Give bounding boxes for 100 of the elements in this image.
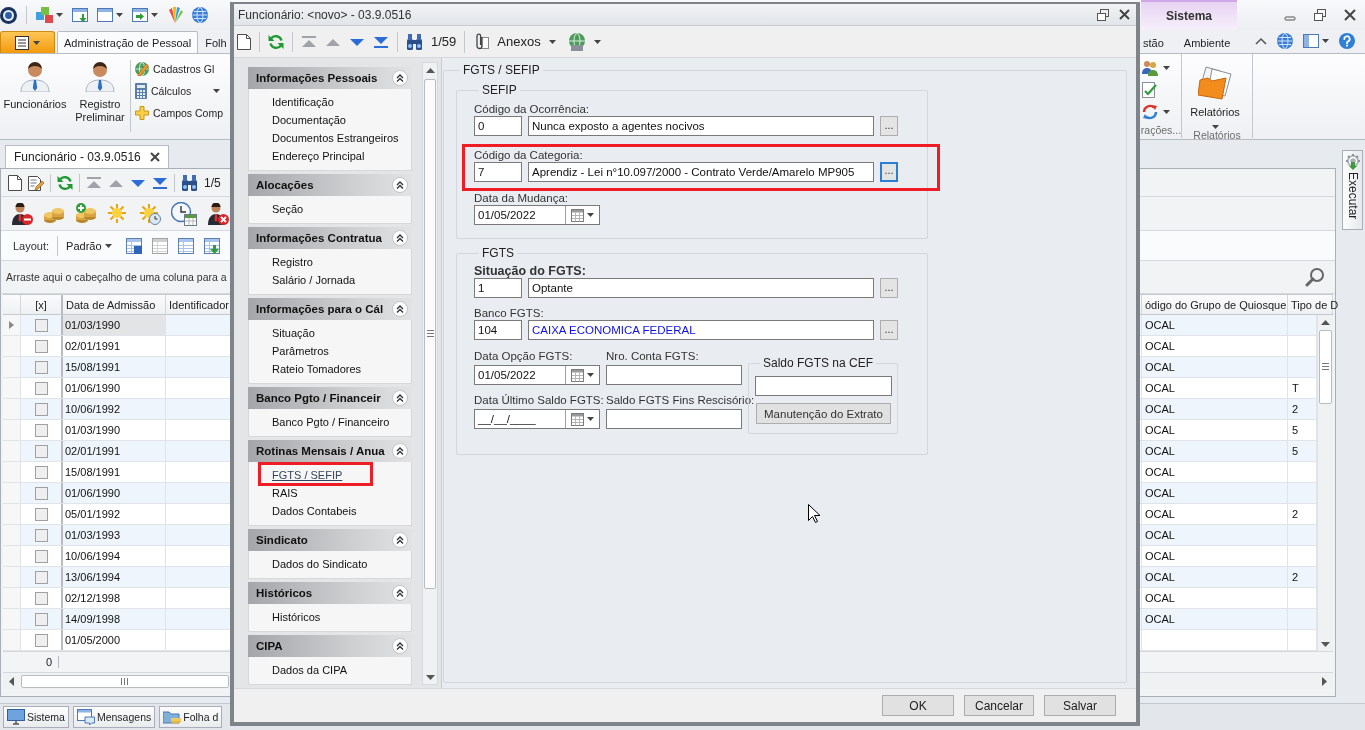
nav-link[interactable]: Identificação [272, 93, 334, 111]
double-chevron-up-icon[interactable] [392, 532, 408, 548]
help-icon[interactable] [1339, 33, 1355, 49]
account-field[interactable] [606, 365, 742, 385]
scrollbar-thumb[interactable] [1319, 330, 1332, 404]
dialog-button[interactable]: OK [882, 695, 954, 716]
nav-group-header[interactable]: Informações Pessoais [248, 67, 412, 89]
ribbon-tab[interactable]: Folh [198, 31, 230, 53]
column-header[interactable]: [x] [35, 298, 47, 311]
dialog-button[interactable]: Salvar [1044, 695, 1116, 716]
search-icon[interactable] [1305, 267, 1325, 287]
checkbox[interactable] [34, 528, 48, 542]
caret-icon[interactable] [593, 39, 601, 44]
restore-icon[interactable] [1097, 8, 1109, 21]
clock-calendar-icon[interactable] [171, 201, 197, 226]
scroll-up-icon[interactable] [425, 68, 435, 73]
restore-icon[interactable] [1314, 9, 1326, 21]
checkbox[interactable] [34, 549, 48, 563]
double-chevron-up-icon[interactable] [392, 585, 408, 601]
balance-field[interactable] [606, 409, 742, 429]
double-chevron-up-icon[interactable] [392, 177, 408, 193]
people-icon[interactable] [1142, 60, 1158, 76]
person-remove-icon[interactable] [11, 202, 33, 225]
calendar-icon[interactable] [571, 412, 584, 426]
nav-group-header[interactable]: CIPA [248, 635, 412, 657]
edit-document-icon[interactable] [28, 174, 44, 191]
lookup-button[interactable]: ... [880, 162, 898, 182]
caret-icon[interactable] [116, 13, 123, 17]
double-chevron-up-icon[interactable] [392, 638, 408, 654]
double-chevron-up-icon[interactable] [392, 443, 408, 459]
squares-icon[interactable] [36, 7, 53, 23]
column-header[interactable]: Data de Admissão [66, 298, 156, 311]
checkbox[interactable] [34, 444, 48, 458]
balance-field[interactable] [755, 376, 892, 396]
checkbox[interactable] [34, 612, 48, 626]
column-header[interactable]: Identificador [169, 298, 229, 311]
ribbon-button[interactable]: Campos Comp [135, 104, 224, 122]
coins-plus-icon[interactable] [75, 202, 97, 225]
scroll-down-icon[interactable] [425, 675, 435, 680]
layout-icon[interactable] [1303, 34, 1319, 48]
code-field[interactable]: 1 [474, 278, 522, 298]
checkbox[interactable] [34, 423, 48, 437]
caret-icon[interactable] [151, 13, 158, 17]
first-icon[interactable] [301, 33, 317, 50]
checkbox[interactable] [34, 633, 48, 647]
nav-link[interactable]: Situação [272, 324, 315, 342]
nav-group-header[interactable]: Históricos [248, 582, 412, 604]
double-chevron-up-icon[interactable] [392, 230, 408, 246]
caret-icon[interactable] [1163, 110, 1170, 114]
nav-group-header[interactable]: Informações Contratua [248, 227, 412, 249]
code-field[interactable]: 7 [474, 162, 522, 182]
checkbox[interactable] [34, 360, 48, 374]
refresh-icon[interactable] [268, 33, 284, 50]
scrollbar-thumb[interactable] [21, 674, 229, 688]
refresh-icon[interactable] [57, 174, 73, 191]
first-icon[interactable] [86, 174, 102, 191]
lookup-button[interactable]: ... [880, 278, 898, 298]
nav-link[interactable]: Rateio Tomadores [272, 360, 362, 378]
nav-link[interactable]: Históricos [272, 608, 321, 626]
globe-icon[interactable] [192, 7, 208, 23]
description-field[interactable]: Optante [528, 278, 874, 298]
nav-link[interactable]: Salário / Jornada [272, 271, 356, 289]
window-icon[interactable] [97, 7, 113, 23]
nav-link[interactable]: FGTS / SEFIP [272, 466, 343, 484]
scroll-up-icon[interactable] [1321, 320, 1330, 325]
side-tab[interactable]: Executar [1342, 150, 1363, 230]
statement-button[interactable]: Manutenção do Extrato [756, 403, 891, 424]
double-chevron-up-icon[interactable] [392, 70, 408, 86]
layout-dropdown[interactable]: Padrão [66, 239, 112, 252]
checkbox[interactable] [34, 339, 48, 353]
nav-group-header[interactable]: Informações para o Cál [248, 298, 412, 320]
description-field[interactable]: Nunca exposto a agentes nocivos [528, 116, 874, 136]
date-field[interactable]: 01/05/2022 [474, 205, 600, 225]
attachments-button[interactable]: Anexos [475, 32, 556, 51]
chevron-up-icon[interactable] [1255, 37, 1267, 45]
nav-link[interactable]: Seção [272, 200, 304, 218]
close-icon[interactable] [1119, 9, 1130, 20]
binoculars-icon[interactable] [181, 174, 198, 191]
description-field[interactable]: Aprendiz - Lei n°10.097/2000 - Contrato Verde/Amarelo MP905 [528, 162, 874, 182]
code-field[interactable]: 104 [474, 320, 522, 340]
scroll-right-icon[interactable] [1322, 676, 1327, 686]
column-header[interactable]: ódigo do Grupo de Quiosque [1145, 298, 1287, 311]
date-field[interactable]: 01/05/2022 [474, 365, 600, 385]
double-chevron-up-icon[interactable] [392, 390, 408, 406]
column-header[interactable]: Tipo de D [1291, 298, 1339, 311]
scroll-down-icon[interactable] [1321, 642, 1330, 647]
new-document-icon[interactable] [237, 33, 251, 50]
dialog-button[interactable]: Cancelar [964, 695, 1034, 716]
nav-link[interactable]: Dados Contabeis [272, 502, 357, 520]
nav-group-header[interactable]: Banco Pgto / Financeir [248, 387, 412, 409]
ribbon-button[interactable]: Registro Preliminar [71, 58, 129, 124]
checkmark-icon[interactable] [1142, 82, 1158, 98]
caret-icon[interactable] [587, 213, 594, 217]
ribbon-button[interactable]: Funcionários [1, 58, 69, 111]
nav-group-header[interactable]: Alocações [248, 174, 412, 196]
taskbar-button[interactable]: Folha d [159, 706, 223, 728]
table-save-icon[interactable] [125, 237, 142, 254]
application-menu-button[interactable] [0, 31, 55, 53]
checkbox[interactable] [34, 570, 48, 584]
checkbox[interactable] [34, 465, 48, 479]
